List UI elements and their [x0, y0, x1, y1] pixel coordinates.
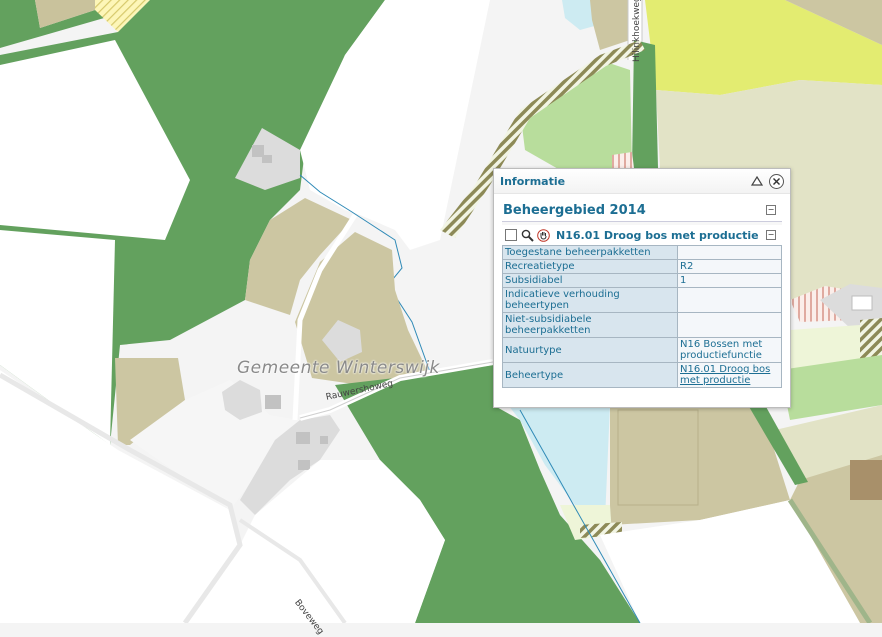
table-row: Natuurtype N16 Bossen met productiefunct…	[502, 337, 782, 363]
table-row: Indicatieve verhouding beheertypen	[502, 287, 782, 313]
attribute-key: Niet-subsidiabele beheerpakketten	[502, 312, 678, 338]
hatched-strip	[860, 318, 882, 362]
building	[298, 460, 310, 470]
pan-hand-icon[interactable]	[537, 228, 550, 242]
close-circle-icon[interactable]	[769, 173, 784, 189]
zoom-icon[interactable]	[521, 229, 534, 242]
collapse-section-button[interactable]: −	[766, 205, 776, 215]
table-row: Recreatietype R2	[502, 259, 782, 274]
attribute-value: 1	[677, 273, 782, 288]
attribute-key: Subsidiabel	[502, 273, 678, 288]
attribute-value: N16 Bossen met productiefunctie	[677, 337, 782, 363]
feature-select-checkbox[interactable]	[505, 229, 517, 241]
feature-title: N16.01 Droog bos met productie	[556, 228, 759, 242]
beheertype-link[interactable]: N16.01 Droog bos met productie	[677, 362, 782, 388]
section-header: Beheergebied 2014 −	[502, 199, 782, 222]
feature-header: N16.01 Droog bos met productie −	[502, 225, 782, 245]
popup-window-controls	[750, 173, 784, 189]
table-row: Subsidiabel 1	[502, 273, 782, 288]
attribute-key: Beheertype	[502, 362, 678, 388]
attribute-value	[677, 312, 782, 338]
building	[296, 432, 310, 444]
triangle-up-icon[interactable]	[750, 175, 763, 188]
info-popup-header: Informatie	[494, 169, 790, 194]
table-row: Niet-subsidiabele beheerpakketten	[502, 312, 782, 338]
attribute-key: Toegestane beheerpakketten	[502, 245, 678, 260]
attribute-table: Toegestane beheerpakketten Recreatietype…	[502, 245, 782, 388]
info-popup-title: Informatie	[500, 174, 566, 188]
building	[320, 436, 328, 444]
section-title: Beheergebied 2014	[503, 202, 646, 218]
building	[851, 295, 873, 311]
table-row: Toegestane beheerpakketten	[502, 245, 782, 260]
road-label-hilinkhoekweg: Hilinkhoekweg	[632, 0, 642, 62]
municipality-label: Gemeente Winterswijk	[237, 358, 440, 378]
arable-area	[850, 460, 882, 500]
info-popup: Informatie Beheergebied 2014 − N16.01 Dr…	[493, 168, 791, 408]
building	[262, 155, 272, 163]
building	[265, 395, 281, 409]
attribute-key: Natuurtype	[502, 337, 678, 363]
collapse-feature-button[interactable]: −	[766, 230, 776, 240]
attribute-key: Indicatieve verhouding beheertypen	[502, 287, 678, 313]
attribute-key: Recreatietype	[502, 259, 678, 274]
attribute-value	[677, 287, 782, 313]
table-row: Beheertype N16.01 Droog bos met producti…	[502, 362, 782, 388]
attribute-value: R2	[677, 259, 782, 274]
info-popup-body: Beheergebied 2014 − N16.01 Droog bos met…	[502, 199, 782, 388]
attribute-value	[677, 245, 782, 260]
